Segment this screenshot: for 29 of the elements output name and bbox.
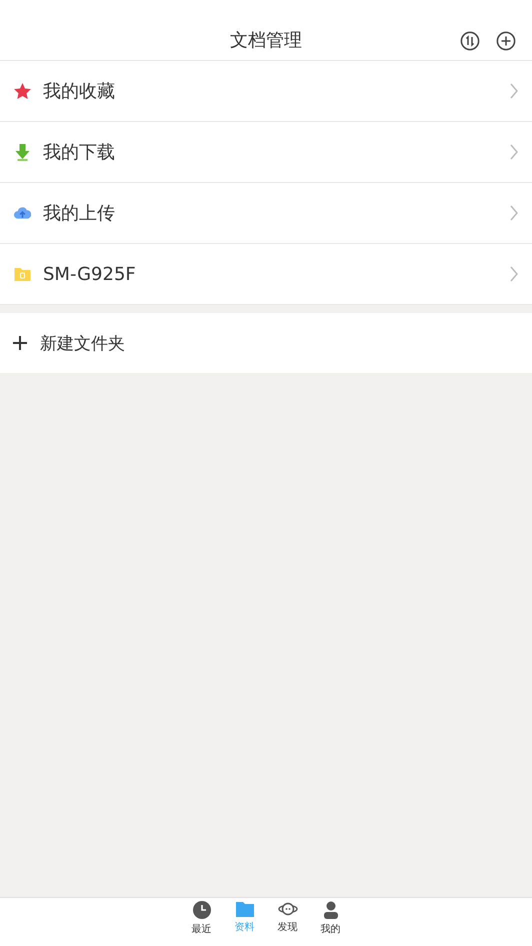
new-folder-label: 新建文件夹 (40, 332, 125, 354)
folder-row[interactable]: 我的上传 (0, 183, 532, 244)
row-label: 我的收藏 (43, 80, 116, 103)
chevron-icon (510, 205, 518, 221)
clock-icon (192, 901, 210, 919)
add-icon[interactable] (496, 31, 516, 51)
nav-tab[interactable]: 我的 (316, 901, 344, 946)
page-title: 文档管理 (230, 29, 302, 52)
folder-row[interactable]: SM-G925F (0, 244, 532, 305)
row-label: 我的上传 (43, 202, 116, 225)
folder-row[interactable]: 我的收藏 (0, 61, 532, 122)
chevron-icon (510, 144, 518, 160)
chevron-icon (510, 266, 518, 282)
person-icon (322, 901, 338, 919)
folder-icon (236, 901, 254, 917)
planet-icon (278, 901, 298, 917)
sort-icon[interactable] (460, 31, 480, 51)
nav-tab[interactable]: 发现 (274, 901, 302, 946)
star-icon (14, 83, 31, 99)
row-label: SM-G925F (43, 264, 137, 284)
plus-icon (13, 336, 27, 350)
folder-row[interactable]: 我的下载 (0, 122, 532, 183)
row-label: 我的下载 (43, 141, 116, 164)
new-folder-row[interactable]: 新建文件夹 (0, 313, 532, 373)
nav-tab[interactable]: 最近 (188, 901, 216, 946)
chevron-icon (510, 83, 518, 99)
download-icon (14, 144, 31, 160)
cloud-upload-icon (14, 206, 31, 220)
folder-icon (14, 267, 31, 281)
